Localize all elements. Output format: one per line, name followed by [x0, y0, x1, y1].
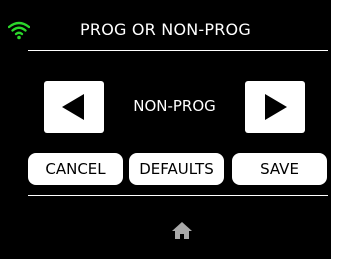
defaults-button[interactable]: DEFAULTS	[129, 153, 224, 185]
home-icon[interactable]	[171, 219, 193, 241]
triangle-right-icon	[265, 94, 287, 120]
triangle-left-icon	[62, 94, 84, 120]
thermostat-screen: PROG OR NON-PROG NON-PROG CANCEL DEFAULT…	[0, 0, 339, 259]
save-button[interactable]: SAVE	[232, 153, 327, 185]
previous-option-button[interactable]	[44, 81, 104, 133]
mode-value: NON-PROG	[133, 97, 216, 115]
next-option-button[interactable]	[245, 81, 305, 133]
footer-divider	[28, 195, 328, 196]
page-title: PROG OR NON-PROG	[80, 20, 251, 39]
header: PROG OR NON-PROG	[0, 0, 331, 52]
cancel-button[interactable]: CANCEL	[28, 153, 123, 185]
screen-bezel-edge	[331, 0, 339, 259]
header-divider	[28, 50, 328, 51]
